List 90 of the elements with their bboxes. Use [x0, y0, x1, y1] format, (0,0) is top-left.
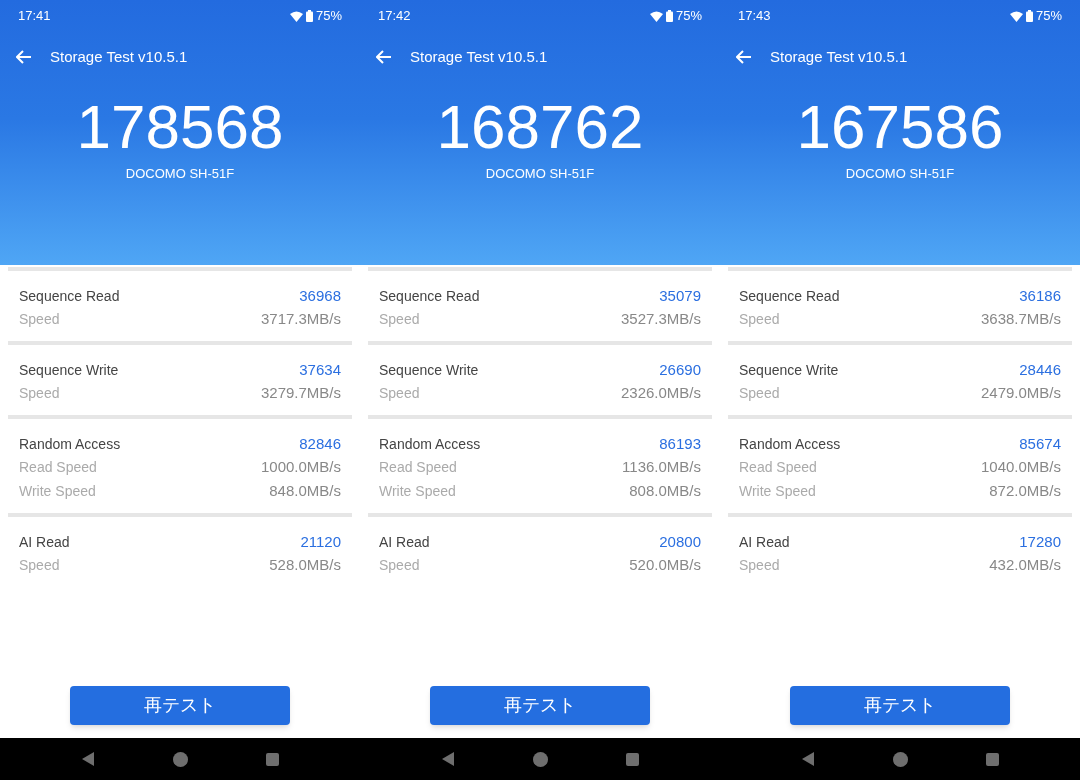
test-score: 21120 [300, 532, 341, 552]
test-score: 36968 [299, 286, 341, 306]
recents-nav-icon[interactable] [266, 752, 279, 766]
home-nav-icon[interactable] [173, 751, 188, 767]
metric-label: Speed [379, 384, 420, 403]
back-arrow-icon[interactable] [376, 50, 392, 64]
home-nav-icon[interactable] [893, 751, 908, 767]
app-title: Storage Test v10.5.1 [410, 46, 548, 67]
metric-value: 1040.0MB/s [980, 457, 1061, 477]
metric-value: 520.0MB/s [629, 555, 701, 575]
metric-value: 3279.7MB/s [260, 383, 341, 403]
battery-percent: 75% [675, 7, 702, 26]
device-name: DOCOMO SH-51F [485, 165, 595, 183]
metric-label: Write Speed [379, 482, 456, 501]
battery-percent: 75% [1035, 7, 1062, 26]
back-arrow-icon[interactable] [16, 50, 32, 64]
retest-button[interactable]: 再テスト [430, 686, 650, 725]
wifi-icon [289, 10, 303, 22]
metric-value: 3638.7MB/s [980, 309, 1061, 329]
metric-value: 3527.3MB/s [620, 309, 701, 329]
test-name: AI Read [19, 533, 70, 552]
app-title: Storage Test v10.5.1 [770, 46, 908, 67]
retest-button[interactable]: 再テスト [790, 686, 1010, 725]
battery-icon [665, 10, 673, 22]
metric-value: 3717.3MB/s [260, 309, 341, 329]
metric-value: 808.0MB/s [629, 481, 701, 501]
metric-value: 872.0MB/s [989, 481, 1061, 501]
metric-label: Speed [739, 310, 780, 329]
status-time: 17:42 [378, 7, 411, 26]
metric-label: Read Speed [379, 458, 457, 477]
test-name: Random Access [379, 435, 481, 454]
metric-value: 2326.0MB/s [620, 383, 701, 403]
device-name: DOCOMO SH-51F [125, 165, 235, 183]
battery-percent: 75% [315, 7, 342, 26]
metric-label: Write Speed [19, 482, 96, 501]
metric-label: Speed [19, 310, 60, 329]
test-score: 20800 [659, 532, 701, 552]
test-score: 35079 [659, 286, 701, 306]
metric-label: Speed [19, 384, 60, 403]
device-name: DOCOMO SH-51F [845, 165, 955, 183]
test-name: Sequence Write [379, 361, 479, 380]
total-score: 178568 [76, 92, 284, 162]
test-name: AI Read [379, 533, 430, 552]
metric-label: Speed [739, 384, 780, 403]
back-nav-icon[interactable] [81, 751, 95, 767]
test-score: 82846 [299, 434, 341, 454]
recents-nav-icon[interactable] [986, 752, 999, 766]
test-score: 28446 [1019, 360, 1061, 380]
test-name: Sequence Read [19, 287, 120, 306]
back-nav-icon[interactable] [801, 751, 815, 767]
battery-icon [1025, 10, 1033, 22]
recents-nav-icon[interactable] [626, 752, 639, 766]
total-score: 167586 [796, 92, 1004, 162]
test-name: Random Access [739, 435, 841, 454]
metric-label: Speed [739, 556, 780, 575]
battery-icon [305, 10, 313, 22]
test-score: 37634 [299, 360, 341, 380]
test-score: 17280 [1019, 532, 1061, 552]
metric-value: 2479.0MB/s [980, 383, 1061, 403]
back-arrow-icon[interactable] [736, 50, 752, 64]
test-score: 85674 [1019, 434, 1061, 454]
total-score: 168762 [436, 92, 644, 162]
retest-button[interactable]: 再テスト [70, 686, 290, 725]
test-name: Random Access [19, 435, 121, 454]
wifi-icon [1009, 10, 1023, 22]
metric-value: 528.0MB/s [269, 555, 341, 575]
metric-label: Speed [379, 556, 420, 575]
test-name: Sequence Write [19, 361, 119, 380]
metric-value: 432.0MB/s [989, 555, 1061, 575]
metric-label: Speed [379, 310, 420, 329]
home-nav-icon[interactable] [533, 751, 548, 767]
app-title: Storage Test v10.5.1 [50, 46, 188, 67]
test-score: 36186 [1019, 286, 1061, 306]
metric-value: 1000.0MB/s [260, 457, 341, 477]
metric-label: Write Speed [739, 482, 816, 501]
metric-label: Read Speed [19, 458, 97, 477]
metric-value: 848.0MB/s [269, 481, 341, 501]
status-time: 17:43 [738, 7, 771, 26]
metric-value: 1136.0MB/s [622, 457, 701, 477]
metric-label: Speed [19, 556, 60, 575]
test-name: AI Read [739, 533, 790, 552]
wifi-icon [649, 10, 663, 22]
test-score: 86193 [659, 434, 701, 454]
status-time: 17:41 [18, 7, 51, 26]
test-score: 26690 [659, 360, 701, 380]
metric-label: Read Speed [739, 458, 817, 477]
test-name: Sequence Write [739, 361, 839, 380]
back-nav-icon[interactable] [441, 751, 455, 767]
test-name: Sequence Read [739, 287, 840, 306]
test-name: Sequence Read [379, 287, 480, 306]
